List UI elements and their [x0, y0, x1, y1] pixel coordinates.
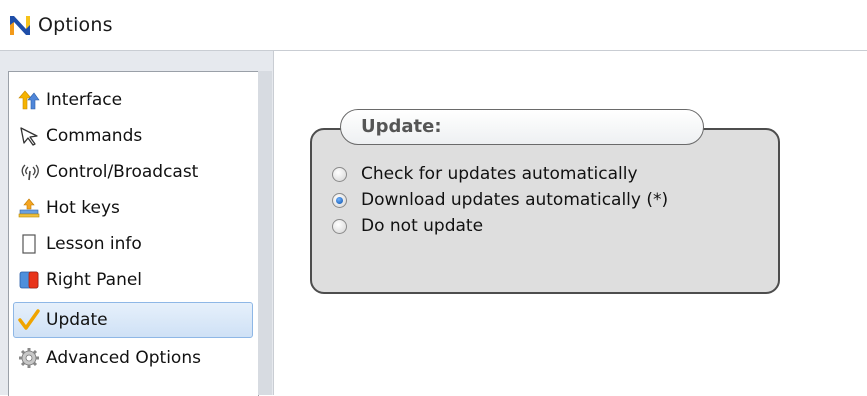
update-groupbox: Update: Check for updates automatically …	[310, 109, 780, 294]
sidebar-item-label: Commands	[46, 126, 143, 146]
groupbox-title: Update:	[361, 116, 442, 137]
options-sidebar: Interface Commands Control/Broadcast Hot…	[8, 71, 259, 396]
arrows-icon	[18, 89, 40, 111]
sidebar-item-update[interactable]: Update	[13, 302, 253, 338]
title-bar: Options	[0, 0, 867, 50]
groupbox-header: Update:	[340, 109, 704, 145]
sidebar-item-lesson-info[interactable]: Lesson info	[13, 226, 253, 262]
update-settings-panel: Update: Check for updates automatically …	[273, 51, 867, 395]
window-title: Options	[38, 14, 113, 36]
sidebar-item-hot-keys[interactable]: Hot keys	[13, 190, 253, 226]
checkmark-icon	[18, 309, 40, 331]
sidebar-item-interface[interactable]: Interface	[13, 82, 253, 118]
sidebar-item-advanced-options[interactable]: Advanced Options	[13, 340, 253, 376]
radio-button-selected[interactable]	[332, 192, 347, 208]
panel-icon	[18, 269, 40, 291]
sidebar-item-label: Hot keys	[46, 198, 120, 218]
options-dialog: Interface Commands Control/Broadcast Hot…	[0, 50, 867, 396]
sidebar-item-label: Interface	[46, 90, 123, 110]
radio-do-not-update[interactable]: Do not update	[332, 214, 483, 238]
broadcast-icon	[18, 161, 40, 183]
radio-label: Do not update	[361, 216, 484, 236]
radio-label: Check for updates automatically	[361, 164, 638, 184]
nc-logo-icon	[10, 16, 30, 35]
sidebar-item-label: Control/Broadcast	[46, 162, 199, 182]
cursor-icon	[18, 125, 40, 147]
sidebar-item-label: Advanced Options	[46, 348, 201, 368]
sidebar-item-label: Update	[46, 310, 108, 330]
gear-icon	[18, 347, 40, 369]
sidebar-item-right-panel[interactable]: Right Panel	[13, 262, 253, 298]
sidebar-item-control-broadcast[interactable]: Control/Broadcast	[13, 154, 253, 190]
sidebar-splitter[interactable]	[258, 71, 272, 395]
radio-label: Download updates automatically (*)	[361, 190, 669, 210]
hotkeys-icon	[18, 197, 40, 219]
radio-check-updates[interactable]: Check for updates automatically	[332, 162, 638, 186]
sidebar-item-commands[interactable]: Commands	[13, 118, 253, 154]
sidebar-item-label: Lesson info	[46, 234, 142, 254]
sidebar-item-label: Right Panel	[46, 270, 143, 290]
page-icon	[18, 233, 40, 255]
radio-button[interactable]	[332, 166, 347, 182]
radio-download-updates[interactable]: Download updates automatically (*)	[332, 188, 668, 212]
radio-button[interactable]	[332, 218, 347, 234]
